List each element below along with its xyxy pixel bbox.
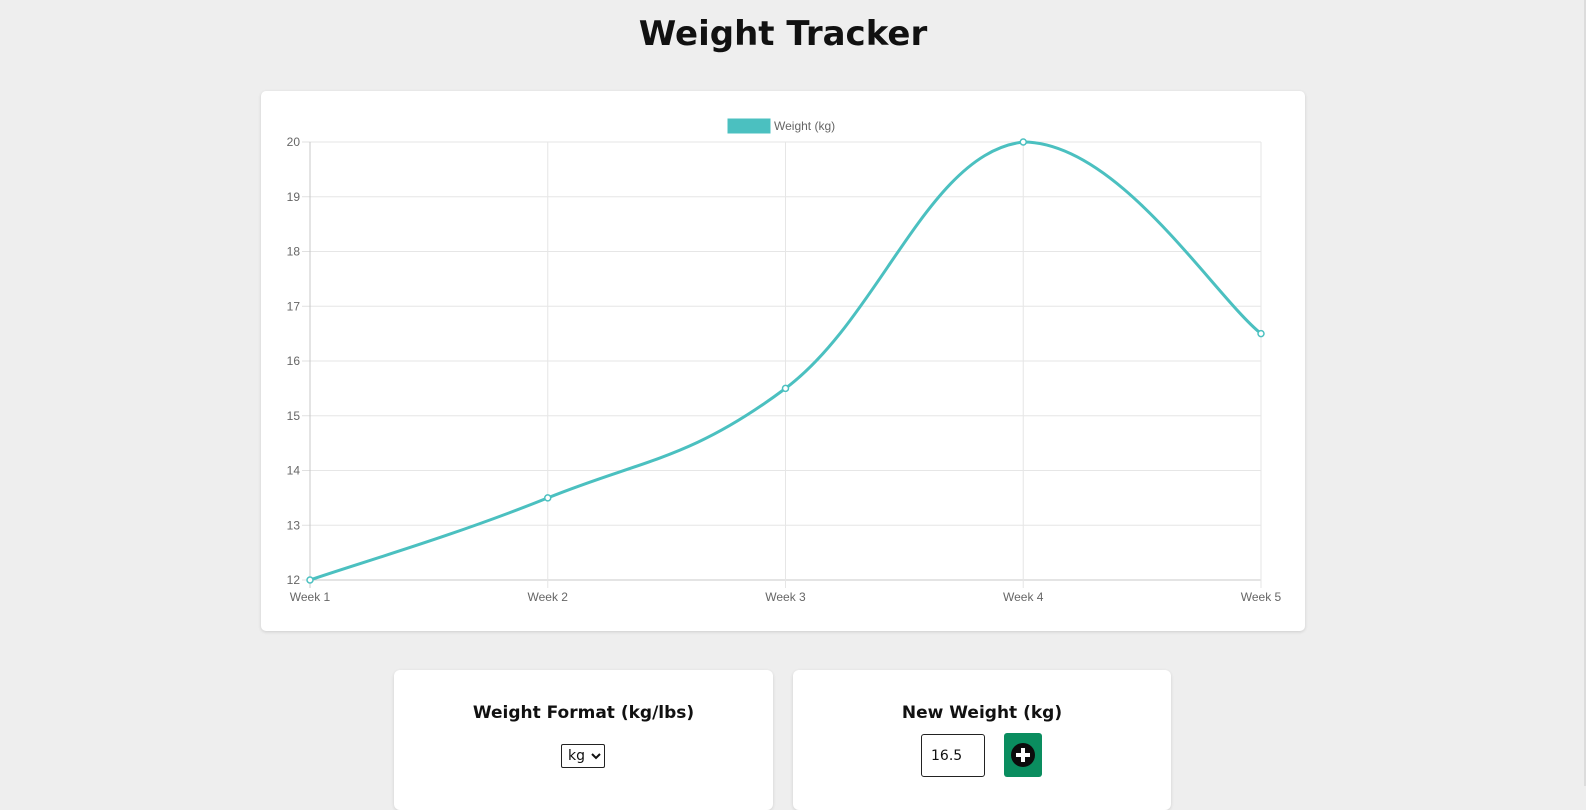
new-weight-heading: New Weight (kg) [901, 703, 1063, 723]
unit-select[interactable]: kg [561, 744, 605, 768]
chart-legend[interactable]: Weight (kg) [727, 118, 835, 134]
plus-circle-icon [1011, 743, 1035, 767]
y-tick-label: 15 [287, 409, 301, 423]
y-tick-label: 20 [287, 135, 301, 149]
legend-label: Weight (kg) [774, 119, 835, 133]
x-tick-label: Week 2 [528, 590, 569, 604]
weight-format-heading: Weight Format (kg/lbs) [472, 703, 695, 723]
x-tick-label: Week 1 [290, 590, 331, 604]
chart-axes: 12 13 14 15 16 17 18 19 20 Week 1 Week 2 Week 3 Week… [287, 135, 1282, 604]
y-tick-label: 14 [287, 464, 301, 478]
new-weight-panel: New Weight (kg) [793, 670, 1171, 810]
y-tick-label: 16 [287, 354, 301, 368]
y-tick-label: 12 [287, 573, 301, 587]
legend-swatch [727, 118, 771, 134]
data-point[interactable] [306, 576, 314, 584]
x-tick-label: Week 3 [765, 590, 806, 604]
weight-chart: 12 13 14 15 16 17 18 19 20 Week 1 Week 2 Week 3 Week… [287, 118, 1282, 604]
data-point[interactable] [544, 494, 552, 502]
y-tick-label: 18 [287, 245, 301, 259]
data-point[interactable] [1257, 329, 1265, 338]
chart-grid [302, 141, 1262, 588]
chart-card: 12 13 14 15 16 17 18 19 20 Week 1 Week 2 Week 3 Week… [261, 91, 1305, 631]
weight-format-panel: Weight Format (kg/lbs) kg [394, 670, 773, 810]
page-title: Weight Tracker [638, 14, 928, 54]
x-tick-label: Week 4 [1003, 590, 1044, 604]
data-point[interactable] [781, 384, 790, 393]
y-tick-label: 17 [287, 299, 301, 313]
x-tick-label: Week 5 [1241, 590, 1282, 604]
y-tick-label: 19 [287, 190, 301, 204]
y-tick-label: 13 [287, 518, 301, 532]
add-weight-button[interactable] [1004, 733, 1042, 777]
data-point[interactable] [1019, 138, 1027, 146]
new-weight-input[interactable] [921, 734, 985, 777]
